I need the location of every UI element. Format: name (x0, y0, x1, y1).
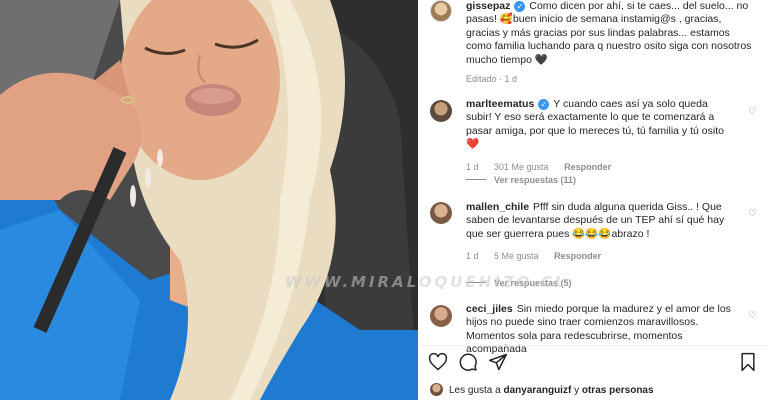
comment-actions: 1 d 301 Me gusta Responder (466, 161, 734, 174)
likes-prefix: Les gusta a (449, 385, 501, 396)
comment-likes[interactable]: 301 Me gusta (494, 162, 549, 172)
comment-username[interactable]: marlteematus (466, 98, 534, 110)
likes-conjunction: y (574, 385, 580, 396)
verified-badge-icon: ✓ (538, 99, 550, 110)
post-caption: gissepaz ✓ Como dicen por ahí, si te caes.… (466, 0, 756, 86)
comment-avatar[interactable] (430, 100, 452, 122)
likes-summary[interactable]: Les gusta a danyaranguizf y otras person… (430, 383, 654, 396)
comment-likes[interactable]: 5 Me gusta (494, 251, 539, 261)
post-photo[interactable] (0, 0, 418, 400)
action-divider (418, 345, 768, 346)
share-icon[interactable] (488, 352, 508, 372)
replies-dash (466, 179, 486, 180)
comment-like-heart-icon[interactable]: ♡ (748, 208, 758, 219)
reply-button[interactable]: Responder (554, 251, 601, 261)
likes-others[interactable]: otras personas (582, 385, 654, 396)
verified-badge-icon: ✓ (514, 1, 526, 12)
comment-like-heart-icon[interactable]: ♡ (748, 310, 758, 321)
comment-like-heart-icon[interactable]: ♡ (748, 106, 758, 117)
caption-username[interactable]: gissepaz (466, 0, 510, 12)
heart-icon[interactable] (428, 352, 448, 372)
post-action-bar (428, 352, 758, 374)
liker-username[interactable]: danyaranguizf (504, 385, 572, 396)
comment-avatar[interactable] (430, 305, 452, 327)
comment-time: 1 d (466, 161, 479, 172)
caption-author-avatar[interactable] (430, 0, 452, 22)
liker-avatar (430, 383, 443, 396)
comment-item: mallen_chile Pfff sin duda alguna querida… (466, 201, 734, 264)
caption-meta: Editado · 1 d (466, 74, 518, 85)
comment-avatar[interactable] (430, 202, 452, 224)
view-replies-label: Ver respuestas (11) (494, 175, 577, 185)
view-replies-button[interactable]: Ver respuestas (11) (466, 175, 576, 185)
comments-panel: gissepaz ✓ Como dicen por ahí, si te caes.… (418, 0, 768, 400)
comment-username[interactable]: ceci_jiles (466, 303, 513, 315)
comment-time: 1 d (466, 251, 479, 262)
comment-icon[interactable] (458, 352, 478, 372)
site-watermark: WWW.MIRALOQUEHIZO.CL (285, 273, 568, 291)
comment-item: ceci_jiles Sin miedo porque la madurez y … (466, 303, 734, 357)
comment-item: marlteematus ✓ Y cuando caes así ya solo q… (466, 98, 734, 174)
comment-actions: 1 d 5 Me gusta Responder (466, 250, 734, 263)
post-photo-illustration (0, 0, 418, 400)
comment-username[interactable]: mallen_chile (466, 201, 529, 213)
reply-button[interactable]: Responder (564, 162, 611, 172)
bookmark-icon[interactable] (738, 352, 758, 372)
